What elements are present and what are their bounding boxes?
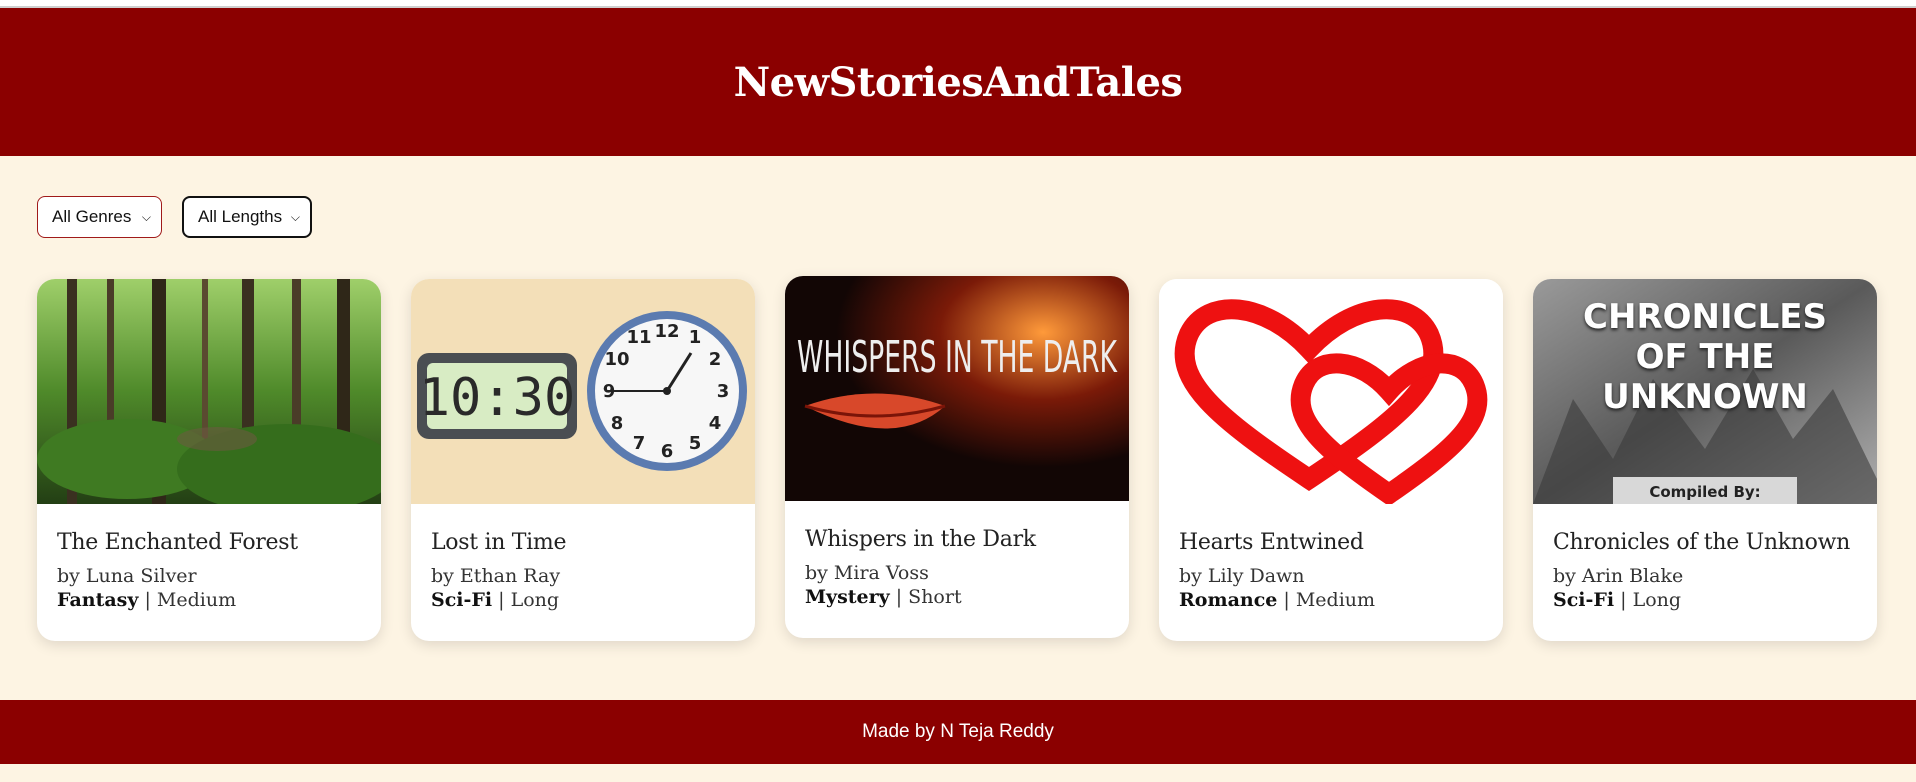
whispers-cover: WHISPERS IN THE DARK [785,276,1129,501]
chronicles-cover: CHRONICLES OF THE UNKNOWN Compiled By: [1533,279,1877,504]
story-title: Lost in Time [431,530,567,555]
story-author: by Arin Blake [1553,565,1684,587]
digital-clock-text: 10:30 [419,368,576,428]
story-meta: Romance | Medium [1179,589,1376,611]
story-card[interactable]: Hearts Entwined by Lily Dawn Romance | M… [1159,279,1503,641]
footer-credit: Made by N Teja Reddy [862,721,1054,742]
story-genre: Sci-Fi [1553,589,1615,611]
story-meta: Mystery | Short [805,586,962,608]
svg-text:4: 4 [709,413,722,434]
hearts-image [1159,279,1503,504]
svg-text:12: 12 [654,321,679,342]
story-length: Short [908,586,962,608]
story-length: Medium [156,589,237,611]
svg-text:10: 10 [604,349,629,370]
cover-title-text: CHRONICLES OF THE UNKNOWN [1583,297,1827,417]
svg-text:11: 11 [626,327,651,348]
story-genre: Mystery [805,586,890,608]
story-grid: The Enchanted Forest by Luna Silver Fant… [37,276,1879,646]
chevron-down-icon: ⌵ [141,209,151,224]
story-author: by Lily Dawn [1179,565,1305,587]
story-meta: Sci-Fi | Long [431,589,560,611]
story-author: by Ethan Ray [431,565,561,587]
svg-text:5: 5 [689,433,702,454]
length-select-value: All Lengths [198,207,283,226]
top-border [0,0,1916,8]
svg-text:8: 8 [611,413,624,434]
story-meta: Sci-Fi | Long [1553,589,1682,611]
story-genre: Fantasy [57,589,139,611]
svg-text:6: 6 [661,441,674,462]
story-length: Medium [1295,589,1376,611]
genre-select-value: All Genres [52,207,132,226]
story-length: Long [510,589,560,611]
story-genre: Romance [1179,589,1278,611]
filter-bar: All Genres ⌵ All Lengths ⌵ [37,196,312,238]
clock-image: 10:30 12 1 2 3 4 5 6 7 8 9 10 11 [411,279,755,504]
svg-text:7: 7 [633,433,646,454]
site-header: NewStoriesAndTales [0,8,1916,156]
story-author: by Luna Silver [57,565,197,587]
story-title: Whispers in the Dark [805,527,1036,552]
story-author: by Mira Voss [805,562,929,584]
story-meta: Fantasy | Medium [57,589,237,611]
story-title: The Enchanted Forest [57,530,298,555]
chevron-down-icon: ⌵ [290,209,300,224]
svg-text:1: 1 [689,327,702,348]
story-title: Chronicles of the Unknown [1553,530,1850,555]
story-card[interactable]: The Enchanted Forest by Luna Silver Fant… [37,279,381,641]
story-card[interactable]: WHISPERS IN THE DARK Whispers in the Dar… [785,276,1129,638]
length-select[interactable]: All Lengths ⌵ [182,196,312,238]
story-length: Long [1632,589,1682,611]
svg-text:2: 2 [709,349,722,370]
site-title: NewStoriesAndTales [733,58,1183,106]
story-card[interactable]: CHRONICLES OF THE UNKNOWN Compiled By: C… [1533,279,1877,641]
story-genre: Sci-Fi [431,589,493,611]
story-title: Hearts Entwined [1179,530,1364,555]
svg-text:3: 3 [717,381,730,402]
cover-title-text: WHISPERS IN THE DARK [797,332,1118,383]
site-footer: Made by N Teja Reddy [0,700,1916,764]
genre-select[interactable]: All Genres ⌵ [37,196,162,238]
cover-subtitle-text: Compiled By: [1649,483,1760,501]
forest-image [37,279,381,504]
story-card[interactable]: 10:30 12 1 2 3 4 5 6 7 8 9 10 11 Lost in… [411,279,755,641]
